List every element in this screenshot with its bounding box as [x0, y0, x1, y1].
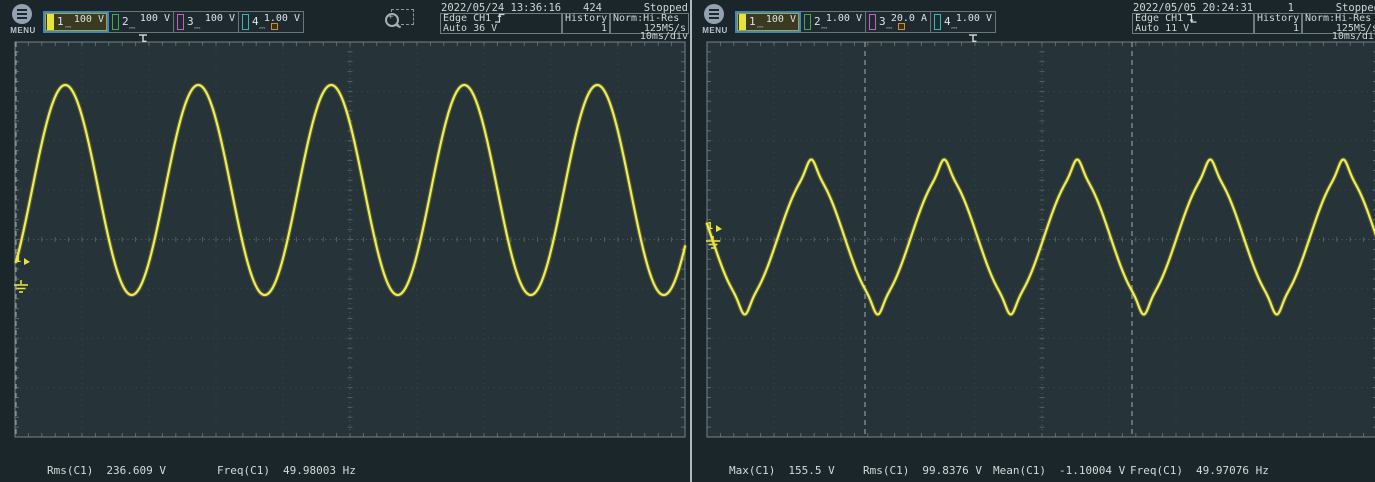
channel-settings-row: 1100 V⎓2100 V⎓3100 V⎓41.00 V⎓ [43, 11, 303, 33]
trigger-info-box[interactable]: Edge CH1 Auto 11 V [1132, 13, 1254, 34]
channel-scale: 100 V [74, 14, 104, 25]
channel-1-box[interactable]: 1 100 V⎓ [43, 11, 109, 33]
dual-oscilloscope-screenshots: 1 MENU 1100 V⎓2100 V⎓3100 V⎓41.00 V⎓ 202… [0, 0, 1375, 482]
timebase: 10ms/div [1252, 31, 1375, 42]
channel-color-bar [739, 14, 746, 30]
probe-icon [898, 23, 905, 30]
oscilloscope-screen-left: 1 MENU 1100 V⎓2100 V⎓3100 V⎓41.00 V⎓ 202… [0, 0, 690, 482]
coupling-icon: ⎓ [886, 24, 892, 32]
channel-number: 2 [122, 15, 129, 28]
trigger-info-box[interactable]: Edge CH1 Auto 36 V [440, 13, 562, 34]
channel-settings-row: 1100 V⎓21.00 V⎓320.0 A⎓41.00 V⎓ [735, 11, 995, 33]
channel-scale: 1.00 V [264, 13, 300, 24]
channel-color-bar [177, 14, 184, 30]
channel-number: 1 [749, 15, 756, 28]
channel-3-box[interactable]: 3 20.0 A⎓ [865, 11, 931, 33]
measurement-rms-c1-: Rms(C1) 236.609 V [47, 464, 166, 477]
channel-1-box[interactable]: 1 100 V⎓ [735, 11, 801, 33]
coupling-icon: ⎓ [757, 23, 763, 31]
channel-color-bar [47, 14, 54, 30]
waveform-display-right: 1 [692, 0, 1375, 482]
channel-2-box[interactable]: 2 1.00 V⎓ [800, 11, 866, 33]
measurement-label: Max(C1) [729, 464, 775, 477]
measurement-readouts: Max(C1) 155.5 V Rms(C1) 99.8376 V Mean(C1) -1… [692, 464, 1375, 478]
coupling-icon: ⎓ [194, 24, 200, 32]
oscilloscope-screen-right: 1 MENU 1100 V⎓21.00 V⎓320.0 A⎓41.00 V⎓ 2… [690, 0, 1375, 482]
measurement-label: Rms(C1) [47, 464, 93, 477]
coupling-icon: ⎓ [821, 24, 827, 32]
measurement-value: 99.8376 V [922, 464, 982, 477]
channel-number: 2 [814, 15, 821, 28]
waveform-display-left: 1 [0, 0, 690, 482]
ch1-position-marker: 1 [15, 254, 21, 265]
menu-button[interactable]: MENU [698, 3, 732, 37]
channel-2-box[interactable]: 2 100 V ⎓ [108, 11, 174, 33]
channel-scale: 1.00 V [956, 13, 992, 24]
channel-color-bar [804, 14, 811, 30]
timebase: 10ms/div [560, 31, 688, 42]
menu-button[interactable]: MENU [6, 3, 40, 37]
channel-scale: 100 V [205, 13, 235, 24]
channel-number: 3 [879, 15, 886, 28]
measurement-rms-c1-: Rms(C1) 99.8376 V [863, 464, 982, 477]
coupling-icon: ⎓ [129, 24, 135, 32]
measurement-mean-c1-: Mean(C1) -1.10004 V [993, 464, 1125, 477]
channel-number: 3 [187, 15, 194, 28]
channel-color-bar [112, 14, 119, 30]
measurement-readouts: Rms(C1) 236.609 V Freq(C1) 49.98003 Hz [0, 464, 690, 478]
channel-color-bar [934, 14, 941, 30]
measurement-value: 49.97076 Hz [1196, 464, 1269, 477]
ch1-position-marker: 1 [707, 221, 713, 232]
probe-icon [271, 23, 278, 30]
channel-scale: 1.00 V [826, 13, 862, 24]
measurement-label: Mean(C1) [993, 464, 1046, 477]
coupling-icon: ⎓ [951, 24, 957, 32]
measurement-freq-c1-: Freq(C1) 49.98003 Hz [217, 464, 356, 477]
zoom-search-icon[interactable] [384, 8, 414, 32]
menu-icon [12, 4, 32, 24]
channel-number: 4 [252, 15, 259, 28]
coupling-icon: ⎓ [65, 23, 71, 31]
channel-4-box[interactable]: 4 1.00 V⎓ [930, 11, 996, 33]
measurement-value: 155.5 V [788, 464, 834, 477]
channel-4-box[interactable]: 4 1.00 V⎓ [238, 11, 304, 33]
trigger-position-marker [969, 35, 977, 42]
measurement-value: -1.10004 V [1059, 464, 1125, 477]
trigger-position-marker [139, 35, 147, 42]
coupling-icon: ⎓ [259, 24, 265, 32]
measurement-value: 49.98003 Hz [283, 464, 356, 477]
menu-label: MENU [698, 26, 732, 35]
channel-3-box[interactable]: 3 100 V ⎓ [173, 11, 239, 33]
channel-scale: 100 V [766, 14, 796, 25]
measurement-freq-c1-: Freq(C1) 49.97076 Hz [1130, 464, 1269, 477]
measurement-label: Rms(C1) [863, 464, 909, 477]
measurement-label: Freq(C1) [1130, 464, 1183, 477]
channel-color-bar [869, 14, 876, 30]
menu-icon [704, 4, 724, 24]
channel-scale: 100 V [140, 13, 170, 24]
channel-number: 4 [944, 15, 951, 28]
measurement-value: 236.609 V [106, 464, 166, 477]
channel-number: 1 [57, 15, 64, 28]
channel-scale: 20.0 A [891, 13, 927, 24]
menu-label: MENU [6, 26, 40, 35]
measurement-max-c1-: Max(C1) 155.5 V [729, 464, 835, 477]
measurement-label: Freq(C1) [217, 464, 270, 477]
channel-color-bar [242, 14, 249, 30]
